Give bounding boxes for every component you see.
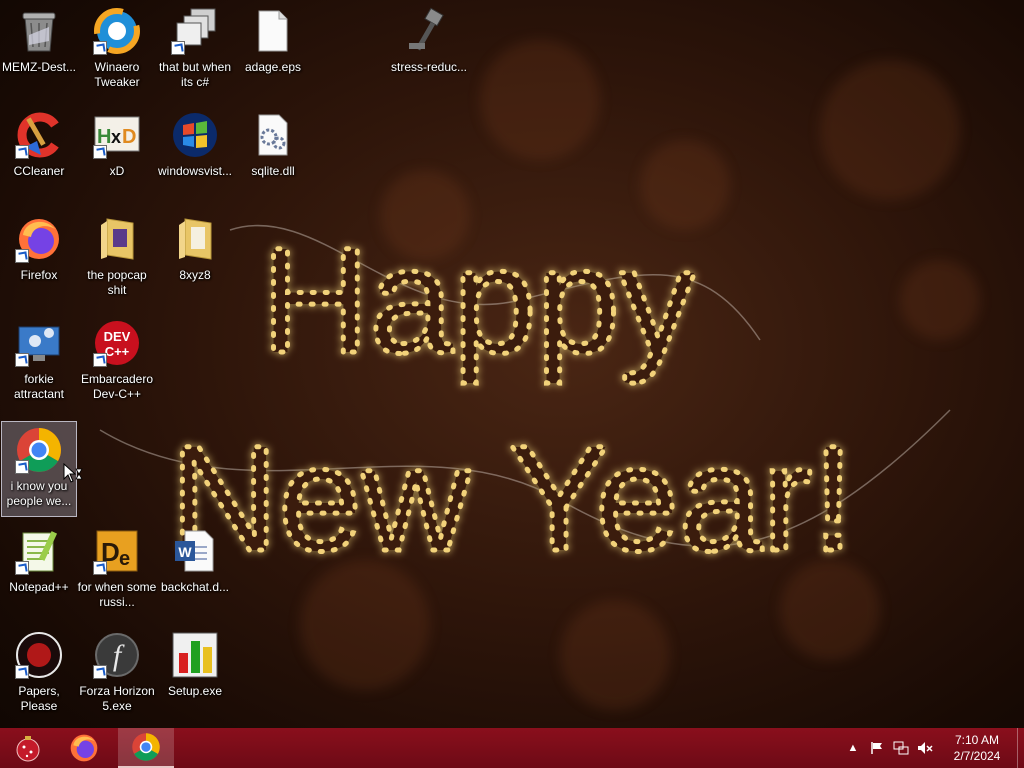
chrome-icon [15, 426, 63, 474]
desktop-icon-xd[interactable]: HxD xD [79, 107, 155, 203]
shortcut-arrow-icon [15, 145, 29, 159]
desktop-icon-sqlite-dll[interactable]: sqlite.dll [235, 107, 311, 203]
desktop-icon-the-popcap-shit[interactable]: the popcap shit [79, 211, 155, 307]
svg-text:W: W [178, 544, 192, 560]
icon-label: xD [109, 164, 125, 178]
clock-date: 2/7/2024 [953, 749, 1001, 763]
icon-label: Firefox [20, 268, 58, 282]
desktop-icon-8xyz8[interactable]: 8xyz8 [157, 211, 233, 307]
folder-icon [171, 215, 219, 263]
icon-label: windowsvist... [157, 164, 233, 178]
desktop-icon-papers-please[interactable]: Papers, Please [1, 627, 77, 723]
shortcut-arrow-icon [93, 41, 107, 55]
greeting-line2: New Year! [170, 414, 854, 582]
shortcut-arrow-icon [15, 561, 29, 575]
papers-please-icon [15, 631, 63, 679]
word-doc-icon: W [171, 527, 219, 575]
icon-label: CCleaner [13, 164, 65, 178]
shortcut-arrow-icon [15, 249, 29, 263]
icon-label: Papers, Please [18, 684, 60, 713]
desktop-icon-ccleaner[interactable]: CCleaner [1, 107, 77, 203]
hxd-icon: HxD [93, 111, 141, 159]
taskbar: ▲ 7:10 AM 2/7/2024 [0, 728, 1024, 768]
network-icon[interactable] [889, 728, 913, 768]
computer-settings-icon [15, 319, 63, 367]
shortcut-arrow-icon [15, 665, 29, 679]
greeting-line1: Happy [261, 216, 695, 384]
desktop-icon-adage-eps[interactable]: adage.eps [235, 3, 311, 99]
desktop-icon-setup-exe[interactable]: Setup.exe [157, 627, 233, 723]
folder-icon [93, 215, 141, 263]
icon-label: 8xyz8 [179, 268, 211, 282]
shortcut-arrow-icon [93, 665, 107, 679]
icon-label: MEMZ-Dest... [2, 60, 76, 74]
notepadpp-icon [15, 527, 63, 575]
ccleaner-icon [15, 111, 63, 159]
chevron-up-icon[interactable]: ▲ [841, 728, 865, 768]
icon-label: Embarcadero Dev-C++ [80, 372, 154, 401]
dexpot-icon: De [93, 527, 141, 575]
icon-label: adage.eps [244, 60, 302, 74]
desktop-icon-notepadpp[interactable]: Notepad++ [1, 523, 77, 619]
taskbar-clock[interactable]: 7:10 AM 2/7/2024 [937, 732, 1017, 764]
flash-icon: f [93, 631, 141, 679]
icon-label: Notepad++ [9, 580, 69, 594]
svg-text:DEV: DEV [104, 329, 131, 344]
icon-label: the popcap shit [87, 268, 147, 297]
stacked-windows-icon [171, 7, 219, 55]
shortcut-arrow-icon [93, 145, 107, 159]
mouse-cursor-icon [63, 463, 83, 483]
recycle-bin-icon [15, 7, 63, 55]
taskbar-chrome-button[interactable] [118, 728, 174, 768]
taskbar-firefox-button[interactable] [56, 728, 112, 768]
desktop-icon-embarcadero-dev-cpp[interactable]: DEV C++ Embarcadero Dev-C++ [79, 315, 155, 411]
devcpp-icon: DEV C++ [93, 319, 141, 367]
desktop-icon-forkie-attractant[interactable]: forkie attractant [1, 315, 77, 411]
blank-file-icon [249, 7, 297, 55]
desktop-icon-forza-horizon-5[interactable]: f Forza Horizon 5.exe [79, 627, 155, 723]
windows-vista-icon [171, 111, 219, 159]
svg-text:C++: C++ [105, 344, 130, 359]
winaero-tweaker-icon [93, 7, 141, 55]
icon-label: that but when its c# [158, 60, 232, 89]
shortcut-arrow-icon [93, 561, 107, 575]
svg-text:D: D [122, 126, 136, 148]
icon-label: forkie attractant [13, 372, 65, 401]
svg-text:e: e [119, 548, 130, 570]
clock-time: 7:10 AM [954, 733, 1000, 747]
desktop-icon-windowsvist[interactable]: windowsvist... [157, 107, 233, 203]
desktop-icon-winaero-tweaker[interactable]: Winaero Tweaker [79, 3, 155, 99]
flag-icon[interactable] [865, 728, 889, 768]
desktop-icon-memz[interactable]: MEMZ-Dest... [1, 3, 77, 99]
setup-chart-icon [171, 631, 219, 679]
chrome-icon [132, 733, 160, 761]
icon-label: stress-reduc... [390, 60, 468, 74]
icon-label: Setup.exe [167, 684, 223, 698]
show-desktop-button[interactable] [1017, 728, 1024, 768]
system-tray: ▲ 7:10 AM 2/7/2024 [841, 728, 1024, 768]
firefox-icon [70, 734, 98, 762]
icon-label: backchat.d... [160, 580, 230, 594]
desktop-icon-backchat-d[interactable]: W backchat.d... [157, 523, 233, 619]
shortcut-arrow-icon [15, 353, 29, 367]
christmas-ornament-icon [16, 736, 40, 762]
desktop[interactable]: { "desktop": { "icons": [ {"label": "MEM… [0, 0, 1024, 768]
shortcut-arrow-icon [15, 460, 29, 474]
desktop-icon-for-when-some-russi[interactable]: De for when some russi... [77, 523, 157, 619]
icon-label: Forza Horizon 5.exe [79, 684, 155, 713]
icon-label: for when some russi... [77, 580, 157, 609]
shortcut-arrow-icon [93, 353, 107, 367]
shortcut-arrow-icon [171, 41, 185, 55]
hammer-icon [405, 7, 453, 55]
svg-text:x: x [111, 127, 121, 147]
desktop-icon-firefox[interactable]: Firefox [1, 211, 77, 307]
volume-muted-icon[interactable] [913, 728, 937, 768]
icon-label: Winaero Tweaker [94, 60, 140, 89]
icon-label: sqlite.dll [251, 164, 295, 178]
desktop-icon-that-but-when-its-c[interactable]: that but when its c# [157, 3, 233, 99]
dll-file-icon [249, 111, 297, 159]
desktop-icon-stress-reduc[interactable]: stress-reduc... [391, 3, 467, 99]
firefox-icon [15, 215, 63, 263]
start-button[interactable] [0, 728, 56, 768]
